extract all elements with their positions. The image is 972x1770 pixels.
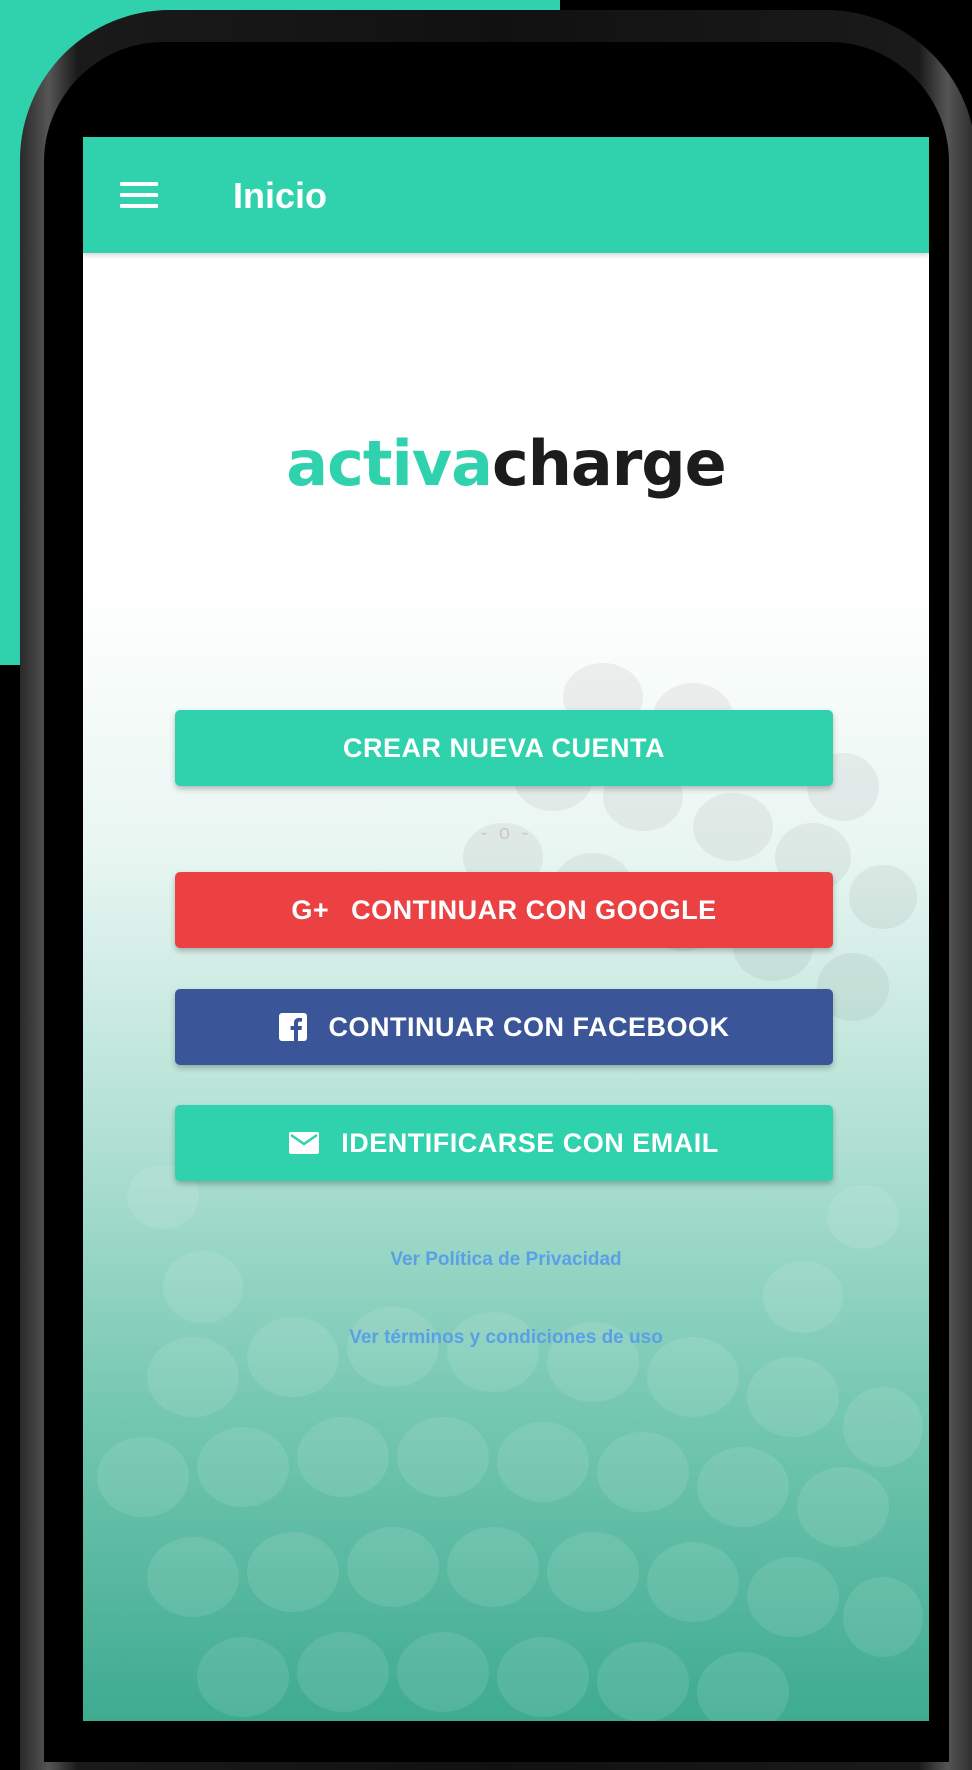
app-bar: Inicio (83, 137, 929, 253)
page-title: Inicio (233, 175, 328, 216)
email-login-label: IDENTIFICARSE CON EMAIL (341, 1127, 719, 1158)
or-separator: - o - (480, 822, 532, 844)
terms-link[interactable]: Ver términos y condiciones de uso (83, 1327, 929, 1349)
logo-part-charge: charge (491, 427, 727, 500)
privacy-policy-link[interactable]: Ver Política de Privacidad (83, 1249, 929, 1271)
logo-part-activa: activa (286, 427, 493, 500)
google-login-label: CONTINUAR CON GOOGLE (351, 894, 717, 925)
email-login-button[interactable]: IDENTIFICARSE CON EMAIL (175, 1105, 833, 1181)
facebook-login-button[interactable]: CONTINUAR CON FACEBOOK (175, 989, 833, 1065)
envelope-icon (289, 1132, 320, 1154)
app-screen: Inicio activacharge CREAR NUEVA CUENTA -… (83, 137, 929, 1721)
activacharge-logo: activacharge (83, 427, 929, 500)
hamburger-menu-icon[interactable] (120, 182, 158, 208)
google-plus-icon: G+ (291, 894, 330, 925)
facebook-icon (278, 1013, 307, 1041)
facebook-login-label: CONTINUAR CON FACEBOOK (328, 1011, 730, 1042)
create-account-label: CREAR NUEVA CUENTA (342, 732, 665, 763)
create-account-button[interactable]: CREAR NUEVA CUENTA (175, 710, 833, 786)
google-login-button[interactable]: G+ CONTINUAR CON GOOGLE (175, 872, 833, 948)
